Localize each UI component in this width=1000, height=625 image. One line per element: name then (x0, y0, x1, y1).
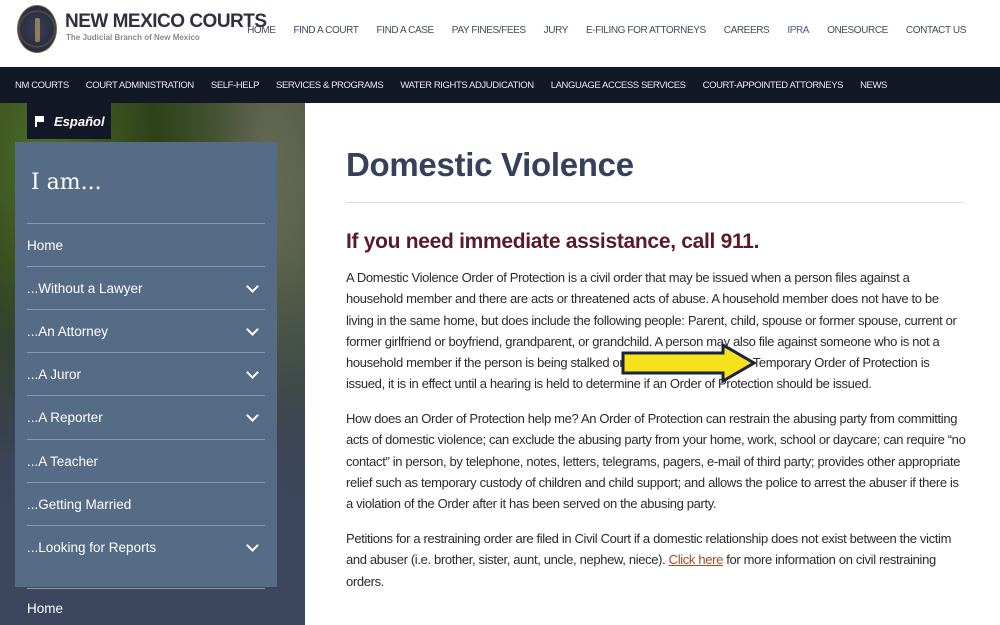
sidebar-item-looking-for-reports[interactable]: ...Looking for Reports (27, 526, 265, 569)
top-nav-ipra[interactable]: IPRA (787, 25, 809, 36)
top-nav-home[interactable]: HOME (247, 25, 276, 36)
page-title: Domestic Violence (346, 146, 634, 183)
top-nav-contact-us[interactable]: CONTACT US (906, 25, 966, 36)
main-nav-language-access[interactable]: LANGUAGE ACCESS SERVICES (551, 80, 686, 91)
click-here-link[interactable]: Click here (669, 552, 724, 567)
paragraph-restraining-order: Petitions for a restraining order are fi… (346, 528, 966, 592)
brand-subtitle: The Judicial Branch of New Mexico (66, 33, 200, 42)
main-nav-self-help[interactable]: SELF-HELP (211, 80, 260, 91)
sidebar-item-label: ...A Teacher (27, 454, 99, 469)
top-nav-jury[interactable]: JURY (544, 25, 569, 36)
sidebar-item-home[interactable]: Home (27, 224, 265, 267)
language-label: Español (54, 113, 105, 129)
sidebar-item-label: ...A Juror (27, 367, 82, 382)
main-nav-nm-courts[interactable]: NM COURTS (15, 80, 69, 91)
top-nav-onesource[interactable]: ONESOURCE (827, 25, 888, 36)
main-nav-court-appointed-attorneys[interactable]: COURT-APPOINTED ATTORNEYS (703, 80, 844, 91)
language-toggle[interactable]: Español (27, 103, 111, 139)
sidebar-bottom-home[interactable]: Home (27, 601, 63, 616)
sidebar-item-label: Home (27, 238, 64, 253)
i-am-panel: I am... Home ...Without a Lawyer ...An A… (15, 142, 277, 587)
top-nav-pay-fines[interactable]: PAY FINES/FEES (452, 25, 526, 36)
top-nav-find-a-court[interactable]: FIND A COURT (293, 25, 358, 36)
flag-icon (35, 115, 45, 127)
sidebar-item-label: ...Looking for Reports (27, 540, 157, 555)
chevron-down-icon[interactable] (246, 322, 259, 336)
sidebar-item-label: ...Without a Lawyer (27, 281, 143, 296)
sidebar-item-a-teacher[interactable]: ...A Teacher (27, 440, 265, 483)
top-nav: HOME FIND A COURT FIND A CASE PAY FINES/… (229, 25, 966, 36)
arrow-right-icon (621, 343, 756, 383)
sidebar-item-a-reporter[interactable]: ...A Reporter (27, 396, 265, 439)
emergency-alert: If you need immediate assistance, call 9… (346, 230, 760, 253)
chevron-down-icon[interactable] (246, 365, 259, 379)
sidebar-item-an-attorney[interactable]: ...An Attorney (27, 310, 265, 353)
sidebar-item-label: ...An Attorney (27, 324, 109, 339)
court-seal-logo[interactable] (17, 5, 57, 53)
main-nav: NM COURTS COURT ADMINISTRATION SELF-HELP… (0, 67, 1000, 103)
top-nav-careers[interactable]: CAREERS (724, 25, 770, 36)
sidebar-item-label: ...A Reporter (27, 410, 103, 425)
main-nav-news[interactable]: NEWS (860, 80, 887, 91)
main-nav-water-rights[interactable]: WATER RIGHTS ADJUDICATION (400, 80, 534, 91)
top-nav-find-a-case[interactable]: FIND A CASE (377, 25, 435, 36)
sidebar-item-a-juror[interactable]: ...A Juror (27, 353, 265, 396)
chevron-down-icon[interactable] (246, 538, 259, 552)
main-nav-services-programs[interactable]: SERVICES & PROGRAMS (276, 80, 384, 91)
paragraph-how-it-helps: How does an Order of Protection help me?… (346, 411, 966, 512)
sidebar-item-label: ...Getting Married (27, 497, 132, 512)
sidebar-item-getting-married[interactable]: ...Getting Married (27, 483, 265, 526)
main-nav-court-administration[interactable]: COURT ADMINISTRATION (86, 80, 195, 91)
chevron-down-icon[interactable] (246, 408, 259, 422)
divider (27, 588, 265, 589)
chevron-down-icon[interactable] (246, 279, 259, 293)
site-header: NEW MEXICO COURTS The Judicial Branch of… (0, 0, 1000, 67)
sidebar-item-without-a-lawyer[interactable]: ...Without a Lawyer (27, 267, 265, 310)
i-am-title: I am... (31, 170, 102, 195)
divider (346, 202, 964, 203)
top-nav-e-filing[interactable]: E-FILING FOR ATTORNEYS (586, 25, 706, 36)
